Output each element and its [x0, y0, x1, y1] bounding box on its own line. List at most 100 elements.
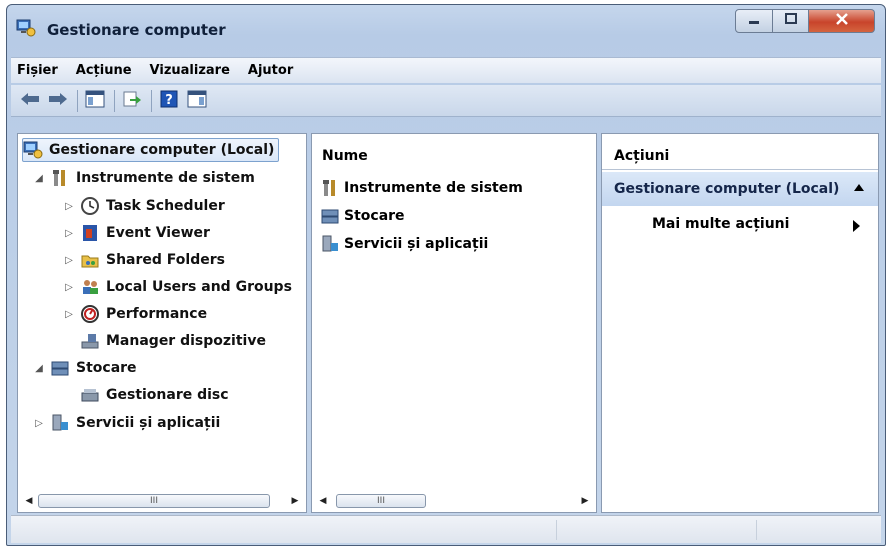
menu-view[interactable]: Vizualizare: [150, 63, 230, 78]
tools-icon: [50, 168, 70, 188]
actions-group-label: Gestionare computer (Local): [614, 181, 840, 197]
tree-item-label: Local Users and Groups: [106, 279, 292, 295]
scrollbar-track[interactable]: III: [36, 493, 288, 509]
actions-pane: Acțiuni Gestionare computer (Local) Mai …: [601, 133, 879, 513]
device-manager-icon: [80, 331, 100, 351]
expand-arrow-icon[interactable]: ▷: [62, 228, 76, 239]
content-list-pane[interactable]: Nume Instrumente de sistem Stocare Servi…: [311, 133, 597, 513]
close-button[interactable]: [809, 9, 875, 33]
performance-icon: [80, 304, 100, 324]
list-item-storage[interactable]: Stocare: [320, 204, 405, 228]
maximize-icon: [784, 13, 798, 29]
tree-item-label: Shared Folders: [106, 252, 225, 268]
window-title: Gestionare computer: [47, 21, 226, 39]
tree-item-label: Gestionare disc: [106, 387, 229, 403]
expand-arrow-icon[interactable]: ▷: [62, 282, 76, 293]
list-item-system-tools[interactable]: Instrumente de sistem: [320, 176, 523, 200]
clock-icon: [80, 196, 100, 216]
disk-icon: [80, 385, 100, 405]
tree-item-computer-management-local[interactable]: Gestionare computer (Local): [22, 138, 280, 162]
tree-item-label: Event Viewer: [106, 225, 210, 241]
tree-item-label: Stocare: [76, 360, 137, 376]
scrollbar-thumb[interactable]: III: [38, 494, 270, 508]
middle-pane-horizontal-scrollbar[interactable]: ◀ III ▶: [316, 492, 592, 510]
collapse-arrow-icon[interactable]: ◢: [32, 173, 46, 184]
help-icon: ?: [159, 90, 179, 112]
export-list-button[interactable]: [119, 89, 145, 113]
forward-arrow-icon: [47, 91, 69, 111]
title-bar[interactable]: Gestionare computer: [7, 5, 885, 55]
expand-arrow-icon[interactable]: ▷: [32, 418, 46, 429]
help-button[interactable]: ?: [156, 89, 182, 113]
expand-arrow-icon[interactable]: ▷: [62, 255, 76, 266]
forward-button[interactable]: [45, 89, 71, 113]
tree-item-label: Instrumente de sistem: [76, 170, 255, 186]
maximize-button[interactable]: [773, 9, 809, 33]
menu-file[interactable]: Fișier: [17, 63, 58, 78]
list-item-services-and-applications[interactable]: Servicii și aplicații: [320, 232, 488, 256]
shared-folder-icon: [80, 250, 100, 270]
scrollbar-thumb[interactable]: III: [336, 494, 426, 508]
actions-group-header[interactable]: Gestionare computer (Local): [602, 172, 878, 206]
tree-item-shared-folders[interactable]: ▷ Shared Folders: [62, 248, 225, 272]
menu-action[interactable]: Acțiune: [76, 63, 132, 78]
services-icon: [50, 413, 70, 433]
tree-item-label: Performance: [106, 306, 208, 322]
back-arrow-icon: [19, 91, 41, 111]
back-button[interactable]: [17, 89, 43, 113]
computer-management-icon: [23, 140, 43, 160]
menu-help[interactable]: Ajutor: [248, 63, 293, 78]
scroll-right-arrow-icon[interactable]: ▶: [578, 496, 592, 506]
event-viewer-icon: [80, 223, 100, 243]
toolbar-separator: [77, 89, 78, 112]
show-hide-action-pane-button[interactable]: [184, 89, 210, 113]
tree-item-disk-management[interactable]: Gestionare disc: [80, 383, 229, 407]
column-header-name[interactable]: Nume: [322, 148, 368, 164]
collapse-arrow-icon[interactable]: ◢: [32, 363, 46, 374]
console-tree-pane[interactable]: Gestionare computer (Local) ◢ Instrument…: [17, 133, 307, 513]
tree-item-local-users-and-groups[interactable]: ▷ Local Users and Groups: [62, 275, 292, 299]
tree-item-event-viewer[interactable]: ▷ Event Viewer: [62, 221, 210, 245]
list-item-label: Stocare: [344, 208, 405, 224]
collapse-caret-icon[interactable]: [854, 184, 864, 191]
show-hide-action-pane-icon: [187, 90, 207, 112]
tree-item-storage[interactable]: ◢ Stocare: [32, 356, 137, 380]
tree-item-system-tools[interactable]: ◢ Instrumente de sistem: [32, 166, 255, 190]
tree-item-device-manager[interactable]: Manager dispozitive: [80, 329, 266, 353]
minimize-icon: [747, 14, 761, 29]
tree-item-performance[interactable]: ▷ Performance: [62, 302, 207, 326]
computer-management-window: Gestionare computer Fișier Acțiune Vizua…: [6, 4, 886, 546]
storage-icon: [50, 358, 70, 378]
status-bar-cell: [556, 520, 756, 540]
export-list-icon: [122, 90, 142, 112]
status-bar-cell: [756, 520, 876, 540]
minimize-button[interactable]: [735, 9, 773, 33]
storage-icon: [320, 206, 340, 226]
left-pane-horizontal-scrollbar[interactable]: ◀ III ▶: [22, 492, 302, 510]
scrollbar-track[interactable]: III: [330, 493, 578, 509]
scroll-left-arrow-icon[interactable]: ◀: [316, 496, 330, 506]
status-bar: [11, 515, 881, 543]
users-icon: [80, 277, 100, 297]
expand-arrow-icon[interactable]: ▷: [62, 201, 76, 212]
tree-item-label: Servicii și aplicații: [76, 415, 221, 431]
services-icon: [320, 234, 340, 254]
scroll-left-arrow-icon[interactable]: ◀: [22, 496, 36, 506]
computer-management-icon: [15, 17, 37, 39]
toolbar: ?: [11, 85, 881, 117]
toolbar-separator: [114, 89, 115, 112]
expand-arrow-icon[interactable]: ▷: [62, 309, 76, 320]
list-item-label: Instrumente de sistem: [344, 180, 523, 196]
tree-item-label: Manager dispozitive: [106, 333, 266, 349]
more-actions-link[interactable]: Mai multe acțiuni: [652, 216, 789, 232]
list-item-label: Servicii și aplicații: [344, 236, 489, 252]
tree-item-services-and-applications[interactable]: ▷ Servicii și aplicații: [32, 411, 220, 435]
tree-item-task-scheduler[interactable]: ▷ Task Scheduler: [62, 194, 225, 218]
show-hide-console-tree-icon: [85, 90, 105, 112]
show-hide-console-tree-button[interactable]: [82, 89, 108, 113]
menu-bar: Fișier Acțiune Vizualizare Ajutor: [11, 57, 881, 83]
scroll-right-arrow-icon[interactable]: ▶: [288, 496, 302, 506]
actions-pane-title: Acțiuni: [602, 134, 878, 170]
toolbar-separator: [151, 89, 152, 112]
submenu-arrow-icon[interactable]: [853, 220, 860, 232]
